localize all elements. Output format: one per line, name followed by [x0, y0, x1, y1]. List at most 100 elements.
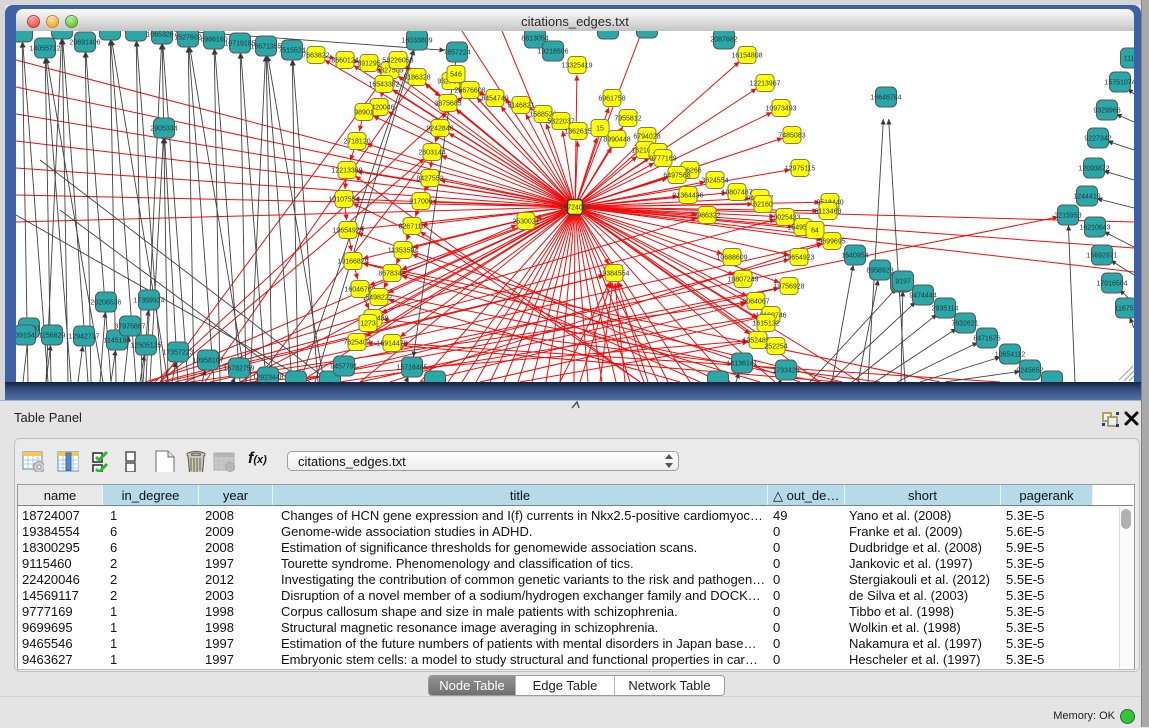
- svg-text:10654112: 10654112: [995, 352, 1026, 359]
- svg-text:1156829: 1156829: [39, 333, 66, 340]
- svg-text:9474444: 9474444: [909, 293, 936, 300]
- svg-text:8267110: 8267110: [399, 224, 426, 231]
- svg-text:12213967: 12213967: [749, 81, 780, 88]
- svg-text:9777169: 9777169: [649, 156, 676, 163]
- svg-text:10973493: 10973493: [765, 106, 796, 113]
- svg-text:1273: 1273: [360, 321, 376, 328]
- svg-text:12942737: 12942737: [68, 334, 99, 341]
- svg-text:17357223: 17357223: [162, 350, 193, 357]
- svg-text:19384554: 19384554: [598, 271, 629, 278]
- svg-text:1640954: 1640954: [841, 253, 868, 260]
- svg-text:2905334: 2905334: [150, 126, 177, 133]
- svg-text:7485083: 7485083: [778, 133, 805, 140]
- svg-text:15692971: 15692971: [1086, 253, 1117, 260]
- svg-text:10688609: 10688609: [716, 255, 747, 262]
- svg-text:19654923: 19654923: [332, 228, 363, 235]
- svg-text:20206536: 20206536: [90, 300, 121, 307]
- svg-text:18807249: 18807249: [727, 277, 758, 284]
- svg-text:16914479: 16914479: [376, 341, 407, 348]
- svg-text:1362615: 1362615: [564, 129, 591, 136]
- svg-text:16210643: 16210643: [1079, 225, 1110, 232]
- svg-text:252254: 252254: [764, 344, 787, 351]
- svg-text:58226058: 58226058: [382, 58, 413, 65]
- svg-text:6961758: 6961758: [598, 96, 625, 103]
- svg-text:1145194: 1145194: [104, 338, 131, 345]
- svg-text:62160: 62160: [753, 202, 773, 209]
- svg-text:10958107: 10958107: [192, 358, 223, 365]
- svg-text:64: 64: [811, 228, 819, 235]
- svg-text:11353594: 11353594: [388, 248, 419, 255]
- svg-text:39154: 39154: [16, 333, 35, 340]
- svg-text:7986322: 7986322: [693, 213, 720, 220]
- svg-text:7857224: 7857224: [443, 50, 470, 57]
- svg-text:8427552: 8427552: [416, 176, 443, 183]
- svg-text:16543382: 16543382: [368, 82, 399, 89]
- svg-text:10107554: 10107554: [328, 197, 359, 204]
- svg-text:15716485: 15716485: [396, 365, 427, 372]
- svg-text:8113468: 8113468: [815, 209, 842, 216]
- svg-text:12923448: 12923448: [252, 375, 283, 382]
- svg-text:2087682: 2087682: [710, 37, 737, 44]
- svg-text:3624554: 3624554: [701, 178, 728, 185]
- svg-text:19218506: 19218506: [537, 49, 568, 56]
- svg-text:10653267: 10653267: [146, 32, 177, 39]
- svg-text:15: 15: [596, 126, 604, 133]
- svg-text:546: 546: [450, 72, 462, 79]
- svg-text:9084067: 9084067: [742, 299, 769, 306]
- svg-text:17359924: 17359924: [133, 298, 164, 305]
- svg-text:12505135: 12505135: [130, 343, 161, 350]
- svg-text:19166829: 19166829: [337, 259, 368, 266]
- svg-text:9457791: 9457791: [330, 364, 357, 371]
- svg-text:8471676: 8471676: [973, 336, 1000, 343]
- svg-text:26676608: 26676608: [454, 88, 485, 95]
- svg-text:15751074: 15751074: [1104, 80, 1134, 87]
- svg-text:8186328: 8186328: [403, 75, 430, 82]
- svg-text:9242848: 9242848: [426, 126, 453, 133]
- svg-text:8990448: 8990448: [603, 137, 630, 144]
- svg-text:9227342: 9227342: [1084, 136, 1111, 143]
- svg-text:8678342: 8678342: [378, 271, 405, 278]
- svg-text:5498222: 5498222: [365, 295, 392, 302]
- svg-text:14055712: 14055712: [29, 46, 60, 53]
- svg-text:16782759: 16782759: [223, 366, 254, 373]
- svg-text:2718120: 2718120: [343, 139, 370, 146]
- svg-text:2803144: 2803144: [418, 150, 445, 157]
- svg-text:3215953: 3215953: [1054, 213, 1081, 220]
- svg-text:9245652: 9245652: [1016, 368, 1043, 375]
- svg-text:7632621: 7632621: [951, 321, 978, 328]
- svg-text:8660124: 8660124: [331, 58, 358, 65]
- svg-text:19654923: 19654923: [783, 255, 814, 262]
- svg-text:3875685: 3875685: [434, 101, 461, 108]
- svg-text:8454749: 8454749: [481, 96, 508, 103]
- svg-text:1615132: 1615132: [752, 321, 779, 328]
- svg-text:1527602: 1527602: [174, 35, 201, 42]
- svg-text:17016504: 17016504: [1096, 281, 1127, 288]
- svg-text:8958928: 8958928: [866, 268, 893, 275]
- svg-text:6497568: 6497568: [663, 173, 690, 180]
- svg-text:12975115: 12975115: [785, 166, 816, 173]
- svg-text:9699695: 9699695: [818, 239, 845, 246]
- svg-text:2530021: 2530021: [512, 219, 539, 226]
- svg-text:9197: 9197: [895, 279, 911, 286]
- svg-text:1244419: 1244419: [1073, 194, 1100, 201]
- svg-text:2935114: 2935114: [932, 306, 959, 313]
- svg-text:21364436: 21364436: [672, 193, 703, 200]
- svg-text:891295: 891295: [357, 61, 380, 68]
- svg-text:917006: 917006: [409, 199, 432, 206]
- svg-text:16033809: 16033809: [401, 38, 432, 45]
- svg-text:16671355: 16671355: [250, 44, 281, 51]
- svg-text:7625402: 7625402: [343, 340, 370, 347]
- svg-text:37975867: 37975867: [114, 324, 145, 331]
- svg-text:1112: 1112: [1124, 56, 1134, 63]
- svg-text:20691406: 20691406: [69, 40, 100, 47]
- svg-text:16154808: 16154808: [731, 53, 762, 60]
- svg-text:12093872: 12093872: [1078, 166, 1109, 173]
- svg-text:116753: 116753: [1115, 306, 1134, 313]
- svg-text:14136141: 14136141: [726, 361, 757, 368]
- svg-text:7663822: 7663822: [302, 53, 329, 60]
- svg-text:7955812: 7955812: [614, 116, 641, 123]
- svg-text:9146821: 9146821: [507, 103, 534, 110]
- svg-text:9329966: 9329966: [1093, 108, 1120, 115]
- svg-text:13325419: 13325419: [561, 63, 592, 70]
- svg-text:6794028: 6794028: [633, 134, 660, 141]
